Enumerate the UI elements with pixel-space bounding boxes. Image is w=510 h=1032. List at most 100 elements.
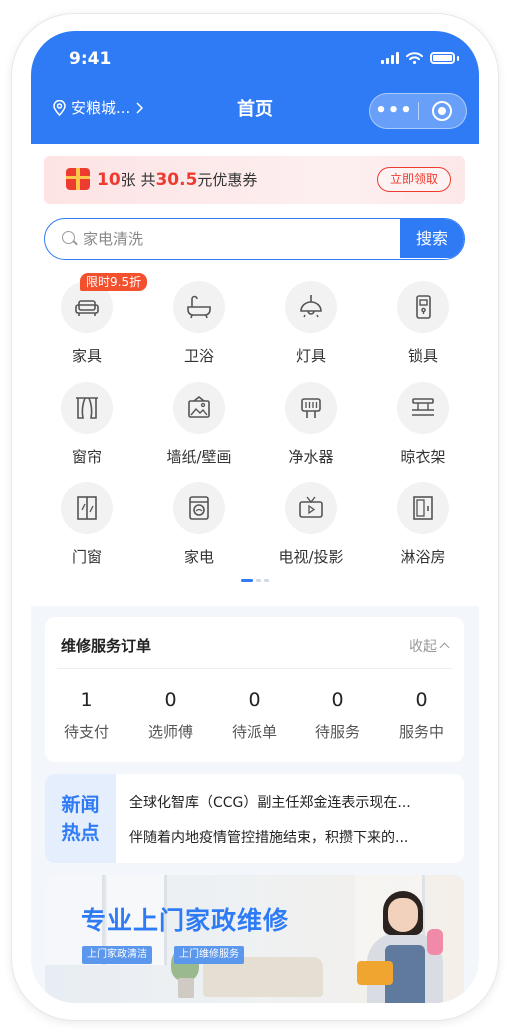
banner-tag: 上门家政清洁 [82,946,152,964]
category-furniture[interactable]: 家具 [31,281,143,366]
category-label: 电视/投影 [278,548,344,566]
status-icons [381,52,459,64]
order-count: 0 [331,689,344,711]
collapse-label: 收起 [409,639,437,655]
order-status-pending-dispatch[interactable]: 0 待派单 [213,689,296,742]
coupon-count: 10 [97,170,121,190]
tv-icon [285,482,337,534]
category-tv-projector[interactable]: 电视/投影 [255,482,367,567]
housekeeper-illustration [357,891,453,1003]
page-indicator [241,579,269,582]
battery-tip [457,55,459,61]
banner-title: 专业上门家政维修 [81,906,290,935]
order-count: 0 [415,689,428,711]
page-dot-active [241,579,253,582]
category-label: 家电 [183,548,214,566]
order-count: 1 [80,689,93,711]
search-input[interactable] [83,219,383,258]
category-lighting[interactable]: 灯具 [255,281,367,366]
orders-title: 维修服务订单 [61,637,152,655]
plant-pot-decoration [178,978,194,998]
washing-machine-icon [173,482,225,534]
order-status-select-worker[interactable]: 0 选师傅 [129,689,212,742]
order-status-label: 待服务 [314,723,360,741]
shower-room-icon [397,482,449,534]
gift-box-icon [66,168,90,190]
coupon-summary: 10 张 共 30.5 元优惠券 [97,169,257,190]
search-button[interactable]: 搜索 [400,219,464,258]
order-status-in-service[interactable]: 0 服务中 [380,689,463,742]
coupon-banner[interactable]: 10 张 共 30.5 元优惠券 立即领取 [44,156,465,204]
category-label: 灯具 [295,347,326,365]
search-icon [62,231,75,244]
location-selector[interactable]: 安粮城... [53,97,144,118]
order-status-label: 待支付 [63,723,109,741]
order-status-pending-service[interactable]: 0 待服务 [296,689,379,742]
wifi-icon [406,52,423,64]
category-clothes-rack[interactable]: 晾衣架 [367,382,479,467]
news-label-line2: 热点 [61,821,100,844]
app-screen: 9:41 安粮城... 首页 ••• 10 张 共 30.5 元优惠券 立即领取… [31,31,479,1003]
page-dot [264,579,269,582]
door-lock-icon [397,281,449,333]
coupon-suffix: 元优惠券 [197,171,258,189]
location-pin-icon [53,99,66,116]
news-label: 新闻 热点 [45,774,116,863]
more-menu-button[interactable]: ••• [370,93,418,129]
category-label: 门窗 [71,548,102,566]
target-icon [432,101,453,121]
order-status-label: 选师傅 [147,723,193,741]
category-doors-windows[interactable]: 门窗 [31,482,143,567]
order-count: 0 [164,689,177,711]
door-window-icon [61,482,113,534]
mini-program-capsule: ••• [369,93,467,129]
promo-tag: 限时9.5折 [80,273,148,291]
category-shower-room[interactable]: 淋浴房 [367,482,479,567]
chevron-right-icon [136,101,144,114]
category-label: 窗帘 [71,448,102,466]
water-purifier-icon [285,382,337,434]
category-water-purifier[interactable]: 净水器 [255,382,367,467]
battery-icon [430,52,455,64]
category-label: 卫浴 [183,347,214,365]
wallpaper-icon [173,382,225,434]
category-curtains[interactable]: 窗帘 [31,382,143,467]
category-label: 锁具 [407,347,438,365]
chevron-up-icon [439,642,450,653]
order-status-pending-payment[interactable]: 1 待支付 [45,689,128,742]
banner-tag: 上门维修服务 [174,946,244,964]
page-dot [256,579,261,582]
coupon-unit: 张 共 [120,171,156,189]
category-bathroom[interactable]: 卫浴 [143,281,255,366]
ceiling-lamp-icon [285,281,337,333]
promo-banner[interactable]: 专业上门家政维修 上门家政清洁 上门维修服务 [45,875,464,1003]
curtain-icon [61,382,113,434]
news-ticker: 新闻 热点 全球化智库（CCG）副主任郑金连表示现在... 伴随着内地疫情管控措… [45,774,464,863]
cellular-signal-icon [381,52,399,64]
category-locks[interactable]: 锁具 [367,281,479,366]
news-item[interactable]: 全球化智库（CCG）副主任郑金连表示现在... [129,792,449,812]
news-item[interactable]: 伴随着内地疫情管控措施结束，积攒下来的... [129,827,449,847]
category-label: 晾衣架 [400,448,446,466]
collapse-button[interactable]: 收起 [409,636,450,656]
order-status-label: 待派单 [231,723,277,741]
category-label: 净水器 [288,448,334,466]
order-status-label: 服务中 [398,723,444,741]
search-bar: 搜索 [44,218,465,260]
phone-frame: 9:41 安粮城... 首页 ••• 10 张 共 30.5 元优惠券 立即领取… [12,14,498,1020]
bathtub-icon [173,281,225,333]
location-label: 安粮城... [71,99,131,117]
top-bar: 9:41 安粮城... 首页 ••• [31,31,479,144]
category-wallpaper[interactable]: 墙纸/壁画 [143,382,255,467]
coupon-amount: 30.5 [155,170,198,190]
claim-coupon-button[interactable]: 立即领取 [377,167,451,192]
status-time: 9:41 [69,49,112,69]
news-label-line1: 新闻 [61,793,100,816]
category-label: 家具 [71,347,102,365]
category-label: 淋浴房 [400,548,446,566]
clothes-rack-icon [397,382,449,434]
category-appliances[interactable]: 家电 [143,482,255,567]
order-count: 0 [248,689,261,711]
close-mini-program-button[interactable] [419,101,466,121]
divider [57,668,452,669]
